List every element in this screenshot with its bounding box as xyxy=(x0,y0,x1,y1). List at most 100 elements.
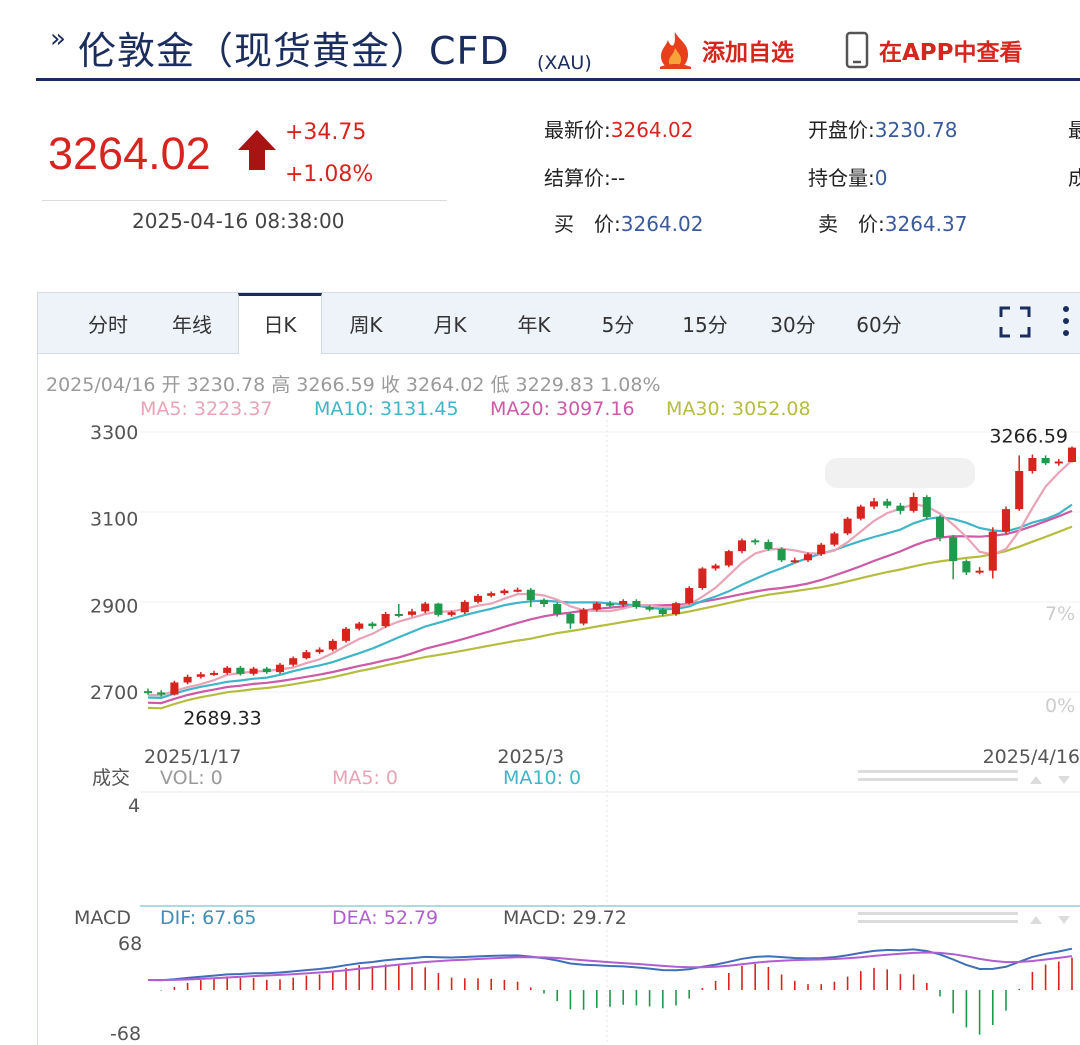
candle xyxy=(249,666,258,676)
candle-body xyxy=(764,542,773,549)
candle-body xyxy=(289,658,298,665)
candle-body xyxy=(685,588,694,604)
y-axis-labels: 2700 2900 3100 3300 xyxy=(90,422,138,704)
moving-average-lines xyxy=(147,459,1073,710)
candle-body xyxy=(500,590,509,594)
candle-body xyxy=(711,565,720,569)
candle-body xyxy=(592,603,601,610)
candle-body xyxy=(473,595,483,602)
candle xyxy=(302,649,311,660)
candle xyxy=(368,621,377,629)
candle xyxy=(949,535,958,580)
candle-body xyxy=(751,540,760,543)
candle xyxy=(196,672,205,679)
candle xyxy=(355,621,364,631)
candle-body xyxy=(236,667,245,674)
macd-panel-title: MACD xyxy=(74,907,131,929)
candle xyxy=(1067,446,1077,463)
candle-body xyxy=(790,560,799,563)
candle-body xyxy=(447,612,456,615)
candle xyxy=(460,600,469,614)
candle-body xyxy=(949,537,958,562)
candle-body xyxy=(896,505,905,511)
candle-body xyxy=(975,570,984,573)
candle-body xyxy=(1067,447,1077,462)
price-extreme-label: 3266.59 xyxy=(989,425,1068,447)
candle xyxy=(817,542,826,556)
macd-axis-top: 68 xyxy=(118,933,142,955)
candle-body xyxy=(579,609,588,624)
candle-body xyxy=(632,601,641,608)
candle-body xyxy=(658,609,667,614)
candle xyxy=(922,495,931,520)
volume-axis-top: 4 xyxy=(128,795,140,817)
candle xyxy=(381,611,390,628)
candle xyxy=(566,612,575,629)
candle-body xyxy=(645,607,654,610)
candle xyxy=(711,563,720,571)
candle-body xyxy=(539,600,549,605)
candle xyxy=(869,497,879,510)
watermark-7pct: 7% xyxy=(1045,603,1075,625)
candle xyxy=(394,604,403,618)
price-extreme-label: 2689.33 xyxy=(183,708,262,730)
candle xyxy=(724,549,733,568)
candle-body xyxy=(843,518,852,534)
candle xyxy=(526,588,535,608)
candle-body xyxy=(817,544,826,555)
candle-body xyxy=(737,540,747,552)
candle-body xyxy=(460,601,469,613)
candle-body xyxy=(671,603,681,614)
candle xyxy=(896,503,905,515)
candle-body xyxy=(724,551,733,566)
volume-scroll-indicator xyxy=(858,770,1070,784)
ma5-line xyxy=(147,459,1073,697)
candle-body xyxy=(869,501,879,507)
candle xyxy=(170,680,179,696)
candle-body xyxy=(553,604,562,614)
candle-body xyxy=(275,664,285,673)
candle-body xyxy=(777,549,786,561)
candle-body xyxy=(262,668,271,673)
candle-body xyxy=(196,674,205,677)
candle-body xyxy=(883,501,892,506)
volume-value: VOL: 0 xyxy=(160,767,223,789)
candle-body xyxy=(341,628,351,641)
candle-body xyxy=(434,603,443,615)
candle xyxy=(1054,458,1063,466)
volume-ma10: MA10: 0 xyxy=(503,767,581,789)
x-axis-labels: 2025/1/17 2025/3 2025/4/16 xyxy=(144,746,1080,768)
candle xyxy=(671,601,681,616)
candle-body xyxy=(421,603,430,612)
candle-body xyxy=(223,667,232,673)
candle xyxy=(975,567,984,575)
candle-body xyxy=(183,676,192,683)
candle xyxy=(209,670,219,676)
candle xyxy=(513,587,522,593)
kline-chart[interactable]: 2700 2900 3100 3300 2025/1/17 2025/3 2025/4/1… xyxy=(0,0,1080,1044)
candle xyxy=(500,588,509,595)
candle xyxy=(275,662,285,674)
candle xyxy=(737,538,747,554)
candle xyxy=(685,586,694,605)
candle-body xyxy=(830,533,839,545)
candle-body xyxy=(856,506,865,519)
candle-body xyxy=(355,623,364,629)
candle xyxy=(1015,455,1024,511)
candle xyxy=(856,504,865,521)
candle xyxy=(487,591,496,598)
candle-body xyxy=(328,640,337,650)
candle-body xyxy=(803,554,813,561)
volume-panel-title: 成交 xyxy=(92,767,130,789)
volume-ma5: MA5: 0 xyxy=(332,767,398,789)
macd-dif: DIF: 67.65 xyxy=(160,907,257,929)
watermark-0pct: 0% xyxy=(1045,695,1075,717)
candle-body xyxy=(698,568,707,588)
candle xyxy=(962,559,971,575)
watermark-logo xyxy=(825,458,975,488)
candle xyxy=(988,527,997,579)
candle xyxy=(830,531,839,547)
candle-body xyxy=(143,691,153,694)
candle-body xyxy=(487,593,496,596)
candle xyxy=(328,639,337,652)
